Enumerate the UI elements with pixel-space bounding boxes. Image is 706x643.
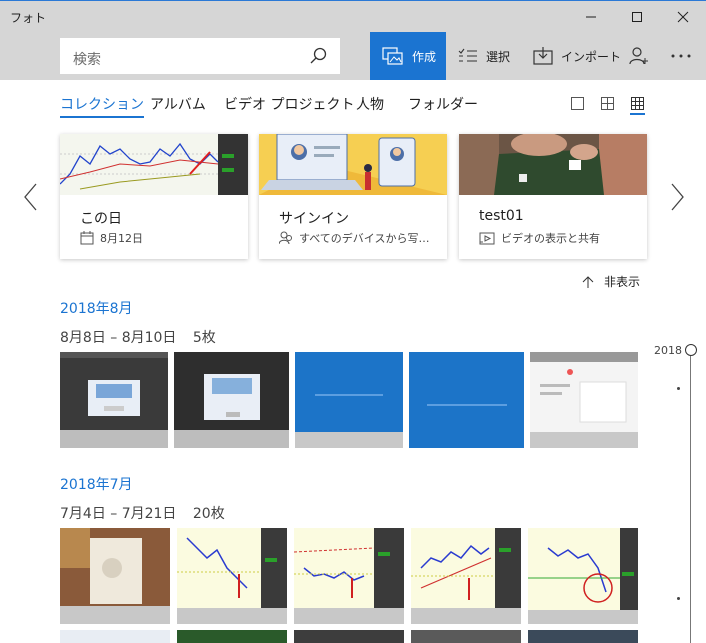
card-subtitle: 8月12日 [80, 230, 143, 246]
people-icon [279, 231, 292, 245]
minimize-icon [586, 16, 596, 18]
small-view-icon[interactable] [630, 96, 646, 116]
search-placeholder: 検索 [73, 52, 101, 68]
large-view-icon[interactable] [570, 96, 586, 112]
photo-thumbnail[interactable] [294, 630, 404, 643]
tab-collection[interactable]: コレクション [60, 94, 144, 118]
photo-thumbnail[interactable] [295, 352, 403, 448]
photo-thumbnail[interactable] [530, 352, 638, 448]
photo-thumbnail[interactable] [409, 352, 524, 448]
date-range: 7月4日 – 7月21日 20枚 [60, 503, 225, 523]
card-test01[interactable]: test01 ビデオの表示と共有 [459, 134, 647, 259]
tab-folders[interactable]: フォルダー [408, 94, 478, 114]
photo-count: 20枚 [192, 506, 225, 522]
hide-button[interactable]: 非表示 [582, 273, 640, 290]
card-title: この日 [80, 211, 122, 227]
carousel-next-icon[interactable] [668, 182, 688, 212]
month-heading: 2018年7月 [60, 477, 133, 493]
photo-count: 5枚 [192, 330, 216, 346]
photo-thumbnail[interactable] [294, 528, 404, 624]
medium-view-icon[interactable] [600, 96, 616, 112]
photo-thumbnail[interactable] [411, 630, 521, 643]
card-sign-in[interactable]: サインイン すべてのデバイスから写… [259, 134, 447, 259]
photo-thumbnail[interactable] [60, 528, 170, 624]
date-range-text: 8月8日 – 8月10日 [60, 330, 177, 346]
tab-albums[interactable]: アルバム [150, 94, 206, 114]
card-title: サインイン [279, 211, 349, 227]
card-title: test01 [479, 208, 524, 224]
maximize-button[interactable] [614, 1, 660, 33]
photo-thumbnail[interactable] [528, 630, 638, 643]
select-label: 選択 [486, 49, 511, 64]
import-icon [533, 47, 553, 65]
timeline-month-marker[interactable] [677, 597, 680, 600]
import-button[interactable]: インポート [533, 32, 621, 80]
photo-thumbnail[interactable] [177, 630, 287, 643]
video-icon [479, 232, 495, 245]
photo-thumbnail[interactable] [177, 528, 287, 624]
search-icon[interactable] [309, 47, 327, 65]
add-person-icon [629, 47, 648, 65]
create-label: 作成 [412, 49, 437, 64]
card-image-photo [459, 134, 647, 195]
card-subtitle-text: すべてのデバイスから写… [299, 232, 430, 245]
card-subtitle: ビデオの表示と共有 [479, 230, 600, 246]
arrow-up-icon [582, 275, 594, 288]
timeline-scrubber[interactable] [690, 350, 691, 643]
close-button[interactable] [660, 1, 706, 33]
month-heading: 2018年8月 [60, 301, 133, 317]
select-button[interactable]: 選択 [458, 32, 510, 80]
maximize-icon [632, 12, 642, 22]
hide-label: 非表示 [604, 275, 641, 289]
photo-thumbnail[interactable] [174, 352, 289, 448]
close-icon [677, 11, 689, 23]
timeline-month-marker[interactable] [677, 387, 680, 390]
create-icon [382, 47, 403, 65]
import-label: インポート [561, 49, 622, 64]
more-options-button[interactable] [670, 32, 692, 80]
photo-thumbnail[interactable] [60, 352, 168, 448]
add-person-button[interactable] [629, 32, 649, 80]
carousel-prev-icon[interactable] [22, 182, 42, 212]
photo-thumbnail[interactable] [411, 528, 521, 624]
minimize-button[interactable] [568, 1, 614, 33]
card-subtitle-text: ビデオの表示と共有 [501, 232, 600, 245]
timeline-year: 2018 [654, 344, 682, 357]
date-range-text: 7月4日 – 7月21日 [60, 506, 177, 522]
app-title: フォト [10, 11, 47, 25]
tab-people[interactable]: 人物 [356, 94, 384, 114]
title-bar: フォト [0, 0, 706, 32]
more-icon [671, 54, 691, 58]
calendar-icon [80, 231, 94, 245]
card-subtitle: すべてのデバイスから写… [279, 230, 429, 246]
photo-thumbnail[interactable] [60, 630, 170, 643]
photo-thumbnail[interactable] [528, 528, 638, 624]
tab-video-projects[interactable]: ビデオ プロジェクト [224, 94, 354, 114]
select-icon [458, 48, 477, 62]
card-subtitle-text: 8月12日 [100, 232, 143, 245]
card-this-day[interactable]: この日 8月12日 [60, 134, 248, 259]
timeline-year-marker[interactable] [685, 344, 697, 356]
create-button[interactable]: 作成 [370, 32, 446, 80]
date-range: 8月8日 – 8月10日 5枚 [60, 327, 216, 347]
card-image-chart [60, 134, 248, 195]
search-input[interactable]: 検索 [60, 38, 340, 74]
card-image-illustration [259, 134, 447, 195]
